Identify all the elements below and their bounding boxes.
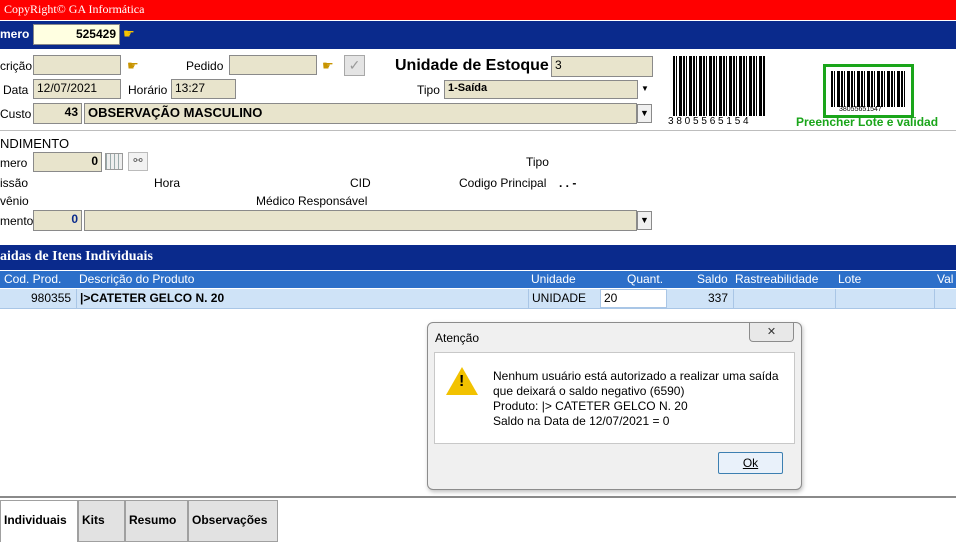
tab-resumo[interactable]: Resumo [125, 500, 188, 542]
row-divider [835, 289, 836, 308]
pointer-hand-icon[interactable]: ☛ [127, 58, 139, 74]
dialog-body: ! Nenhum usuário está autorizado a reali… [434, 352, 795, 444]
tab-individuais-label: Individuais [4, 513, 67, 527]
section-divider [0, 130, 956, 131]
row-descricao: |>CATETER GELCO N. 20 [80, 291, 225, 305]
atendimento-title: NDIMENTO [0, 136, 70, 151]
atendimento-numero-field[interactable]: 0 [33, 152, 102, 172]
dialog-close-button[interactable]: ✕ [749, 323, 794, 342]
codigo-principal-label: Codigo Principal [459, 176, 547, 190]
descricao-field[interactable] [33, 55, 121, 75]
small-barcode-image [831, 71, 906, 107]
small-barcode-number: 38055651547 [839, 106, 882, 113]
tab-kits[interactable]: Kits [78, 500, 125, 542]
pointer-hand-icon[interactable]: ☛ [123, 26, 135, 42]
setor-dropdown-button[interactable]: ▼ [637, 211, 652, 230]
data-field[interactable]: 12/07/2021 [33, 79, 121, 99]
horario-field[interactable]: 13:27 [171, 79, 236, 99]
col-quant[interactable]: Quant. [627, 271, 663, 288]
warning-icon: ! [446, 367, 478, 395]
row-saldo: 337 [708, 291, 729, 305]
data-label: Data [3, 83, 29, 97]
tab-observacoes-label: Observações [192, 513, 268, 527]
binoculars-icon[interactable]: ⚯ [128, 152, 148, 171]
tipo-label: Tipo [417, 83, 440, 97]
row-divider [934, 289, 935, 308]
medico-label: Médico Responsável [256, 194, 368, 208]
horario-label: Horário [128, 83, 168, 97]
items-title-bar: aidas de Itens Individuais [0, 245, 956, 270]
copyright-text: CopyRight© GA Informática [4, 2, 145, 16]
atendimento-numero-label: mero [0, 156, 28, 170]
row-divider [528, 289, 529, 308]
barcode-image [673, 56, 765, 116]
dialog-title: Atenção [435, 331, 480, 345]
row-divider [76, 289, 77, 308]
custo-select[interactable]: OBSERVAÇÃO MASCULINO [84, 103, 637, 124]
col-unidade[interactable]: Unidade [531, 271, 576, 288]
col-cod-prod[interactable]: Cod. Prod. [4, 271, 61, 288]
setor-code-field[interactable]: 0 [33, 210, 82, 231]
pedido-label: Pedido [186, 59, 224, 73]
numero-bar: mero 525429 ☛ [0, 20, 956, 49]
tab-observacoes[interactable]: Observações [188, 500, 278, 542]
setor-select[interactable] [84, 210, 637, 231]
admissao-label: issão [0, 176, 29, 190]
close-icon: ✕ [766, 326, 777, 338]
chevron-down-icon[interactable]: ▼ [641, 84, 649, 93]
preencher-lote-text: Preencher Lote e validad [796, 115, 939, 129]
copyright-bar: CopyRight© GA Informática [0, 0, 956, 20]
unidade-estoque-label: Unidade de Estoque [395, 57, 549, 74]
bottom-divider [0, 496, 956, 498]
codigo-principal-value: . . - [559, 176, 577, 190]
row-unidade: UNIDADE [532, 291, 587, 305]
col-saldo[interactable]: Saldo [697, 271, 728, 288]
custo-code-field[interactable]: 43 [33, 103, 82, 124]
ok-label: Ok [742, 456, 759, 470]
row-quant: 20 [604, 291, 618, 305]
numero-label: mero [0, 27, 30, 41]
row-divider [733, 289, 734, 308]
tab-individuais[interactable]: Individuais [0, 500, 78, 542]
alert-dialog: Atenção ✕ ! Nenhum usuário está autoriza… [427, 322, 802, 490]
descricao-label: crição [0, 59, 33, 73]
dialog-message-line: Nenhum usuário está autorizado a realiza… [493, 369, 779, 383]
items-title: aidas de Itens Individuais [0, 249, 153, 264]
tipo-select[interactable]: 1-Saída [444, 80, 638, 99]
unidade-estoque-field[interactable]: 3 [551, 56, 653, 77]
confirm-check-button[interactable]: ✓ [344, 55, 365, 76]
pedido-field[interactable] [229, 55, 317, 75]
numero-field[interactable]: 525429 [33, 24, 120, 45]
ok-button[interactable]: Ok [718, 452, 783, 474]
table-row[interactable]: 980355 |>CATETER GELCO N. 20 UNIDADE 20 … [0, 289, 956, 309]
dialog-message: Nenhum usuário está autorizado a realiza… [493, 369, 779, 429]
tab-kits-label: Kits [82, 513, 105, 527]
cid-label: CID [350, 176, 371, 190]
dialog-message-line: que deixará o saldo negativo (6590) [493, 384, 685, 398]
pointer-hand-icon[interactable]: ☛ [322, 58, 334, 74]
items-grid-header: Cod. Prod. Descrição do Produto Unidade … [0, 271, 956, 288]
convenio-label: vênio [0, 194, 29, 208]
dialog-message-line: Saldo na Data de 12/07/2021 = 0 [493, 414, 670, 428]
row-quant-cell[interactable]: 20 [600, 289, 667, 308]
col-lote[interactable]: Lote [838, 271, 861, 288]
custo-dropdown-button[interactable]: ▼ [637, 104, 652, 123]
custo-label: Custo [0, 107, 32, 121]
dialog-message-line: Produto: |> CATETER GELCO N. 20 [493, 399, 688, 413]
row-cod-prod: 980355 [31, 291, 72, 305]
hora-label: Hora [154, 176, 181, 190]
setor-label: mento [0, 214, 34, 228]
calendar-icon[interactable] [105, 153, 123, 170]
col-rastreabilidade[interactable]: Rastreabilidade [735, 271, 818, 288]
tab-resumo-label: Resumo [129, 513, 177, 527]
col-val[interactable]: Val [937, 271, 953, 288]
atendimento-tipo-label: Tipo [526, 155, 549, 169]
col-descricao[interactable]: Descrição do Produto [79, 271, 194, 288]
barcode-valid-frame: 38055651547 [823, 64, 914, 118]
barcode-number: 3 8 0 5 5 6 5 1 5 4 [668, 116, 749, 127]
